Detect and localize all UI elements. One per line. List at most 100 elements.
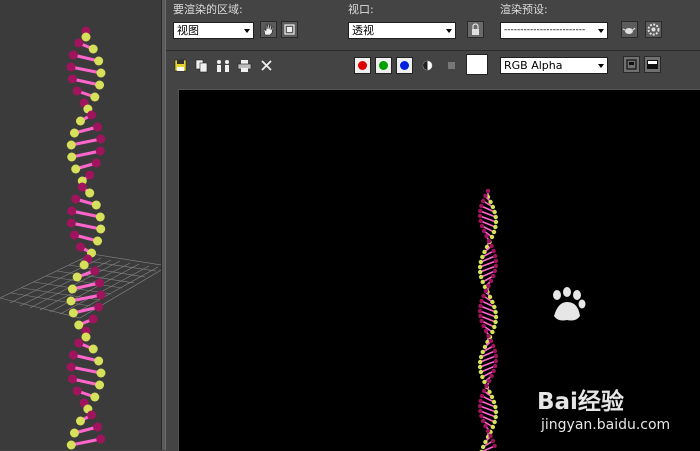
render-setup-button[interactable] [621, 21, 638, 38]
helix-sphere-yellow [66, 296, 76, 306]
edit-region-button[interactable] [260, 21, 277, 38]
helix-sphere-yellow [81, 32, 91, 42]
helix-sphere-yellow [69, 128, 79, 138]
print-icon [237, 60, 252, 72]
auto-region-button[interactable] [281, 21, 298, 38]
helix-sphere-yellow [477, 264, 483, 270]
toggle-ui-overlay-button[interactable] [623, 56, 640, 73]
display-toggle-icon [626, 59, 637, 70]
red-channel-button[interactable] [354, 57, 371, 74]
helix-sphere-magenta [489, 243, 494, 249]
helix-sphere-magenta [481, 388, 487, 394]
helix-sphere-yellow [493, 219, 499, 225]
helix-sphere-yellow [72, 272, 82, 282]
copy-image-button[interactable] [194, 58, 209, 73]
monochrome-button[interactable] [420, 58, 435, 73]
preset-dropdown[interactable]: ------------------------- [500, 22, 608, 39]
chevron-down-icon [598, 29, 604, 33]
helix-sphere-magenta [96, 290, 106, 300]
environment-button[interactable] [645, 21, 662, 38]
copy-icon [195, 59, 208, 73]
helix-sphere-yellow [90, 392, 100, 402]
helix-sphere-magenta [488, 433, 493, 439]
helix-sphere-magenta [67, 206, 77, 216]
helix-sphere-magenta [478, 303, 483, 309]
helix-sphere-yellow [493, 214, 498, 220]
helix-sphere-magenta [492, 443, 497, 449]
clear-icon [261, 60, 272, 71]
helix-sphere-yellow [493, 404, 498, 410]
helix-sphere-magenta [87, 410, 97, 420]
helix-sphere-yellow [85, 188, 95, 198]
helix-sphere-yellow [69, 428, 79, 438]
helix-sphere-yellow [488, 199, 493, 205]
helix-sphere-magenta [483, 423, 488, 429]
helix-sphere-yellow [480, 374, 485, 380]
channel-dropdown-value: RGB Alpha [504, 59, 563, 72]
color-swatch[interactable] [466, 54, 488, 75]
helix-sphere-yellow [492, 209, 497, 215]
helix-sphere-yellow [477, 359, 483, 365]
helix-sphere-magenta [67, 374, 77, 384]
save-image-button[interactable] [173, 58, 188, 73]
helix-sphere-magenta [480, 418, 486, 424]
print-image-button[interactable] [237, 58, 252, 73]
clone-icon [217, 60, 229, 72]
helix-sphere-magenta [477, 403, 483, 409]
helix-sphere-yellow [96, 368, 106, 378]
helix-sphere-magenta [492, 363, 498, 369]
alpha-toggle-button[interactable] [444, 58, 459, 73]
teapot-preset-icon [622, 27, 636, 34]
toggle-ui-button[interactable] [644, 56, 661, 73]
blue-channel-button[interactable] [396, 57, 413, 74]
helix-sphere-magenta [68, 50, 78, 60]
helix-sphere-magenta [489, 373, 494, 379]
area-dropdown[interactable]: 视图 [173, 22, 254, 39]
helix-sphere-magenta [481, 323, 486, 329]
clone-window-button[interactable] [215, 58, 230, 73]
green-channel-icon [379, 61, 388, 70]
save-icon [174, 59, 187, 72]
helix-sphere-yellow [493, 414, 498, 420]
helix-sphere-yellow [493, 309, 498, 315]
helix-sphere-yellow [96, 224, 106, 234]
helix-sphere-yellow [71, 164, 81, 174]
helix-sphere-yellow [482, 249, 487, 255]
green-channel-button[interactable] [375, 57, 392, 74]
helix-sphere-magenta [88, 314, 98, 324]
helix-sphere-yellow [490, 329, 495, 335]
helix-sphere-magenta [483, 288, 489, 294]
helix-sphere-yellow [79, 260, 89, 270]
helix-sphere-magenta [481, 293, 486, 299]
channel-dropdown[interactable]: RGB Alpha [500, 57, 608, 74]
lock-viewport-button[interactable] [467, 21, 484, 38]
helix-sphere-magenta [480, 198, 486, 204]
helix-sphere-yellow [492, 419, 497, 425]
helix-sphere-yellow [480, 444, 486, 450]
helix-sphere-magenta [66, 362, 76, 372]
clear-image-button[interactable] [259, 58, 274, 73]
helix-rod [70, 221, 102, 231]
helix-sphere-magenta [85, 170, 95, 180]
dna-helix-viewport [66, 26, 106, 450]
helix-sphere-yellow [67, 152, 77, 162]
helix-sphere-yellow [491, 399, 497, 405]
helix-sphere-yellow [478, 259, 484, 265]
helix-sphere-magenta [477, 213, 483, 219]
helix-sphere-magenta [486, 378, 492, 384]
helix-sphere-yellow [478, 354, 484, 360]
helix-sphere-yellow [68, 308, 78, 318]
helix-sphere-yellow [91, 200, 101, 210]
helix-sphere-magenta [479, 298, 484, 304]
helix-sphere-magenta [72, 86, 82, 96]
helix-sphere-magenta [492, 253, 498, 259]
viewport-dropdown[interactable]: 透视 [348, 22, 456, 39]
helix-sphere-yellow [490, 424, 496, 430]
paw-icon [553, 287, 586, 321]
perspective-viewport[interactable] [0, 0, 161, 450]
watermark-logo [536, 286, 596, 330]
helix-sphere-yellow [88, 344, 98, 354]
helix-sphere-yellow [491, 229, 497, 235]
helix-sphere-yellow [90, 92, 100, 102]
helix-sphere-magenta [492, 348, 498, 354]
